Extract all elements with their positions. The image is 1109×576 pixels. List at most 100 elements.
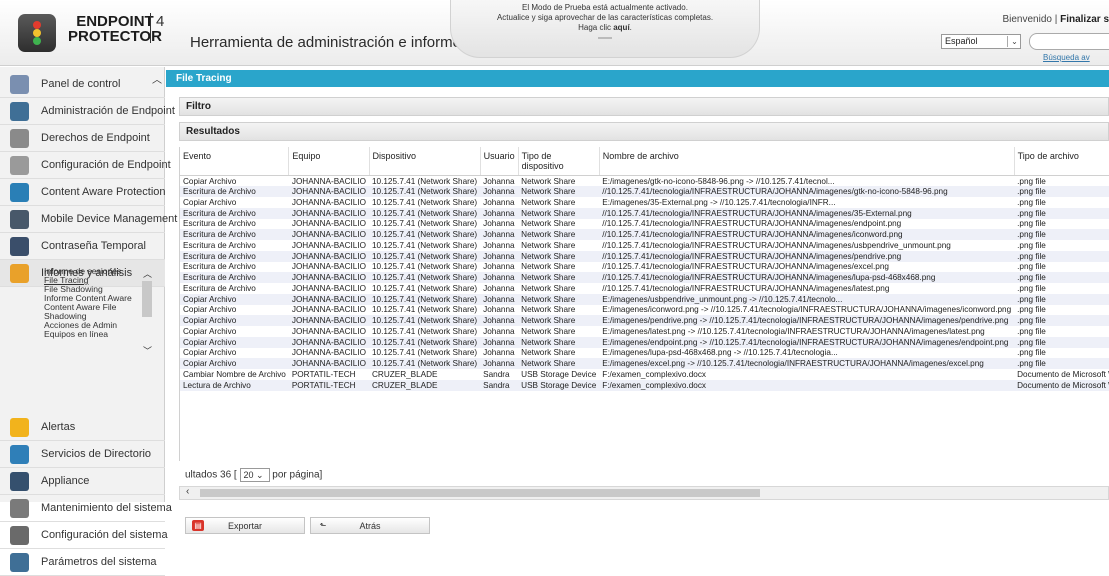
sidebar-item-9[interactable]: Servicios de Directorio — [0, 441, 165, 468]
column-header[interactable]: Tipo de archivo — [1014, 147, 1109, 176]
column-header[interactable]: Tipo de dispositivo — [518, 147, 600, 176]
dashboard-icon — [10, 74, 29, 94]
sidebar-item-13[interactable]: Parámetros del sistema — [0, 549, 165, 576]
sidebar-item-10[interactable]: Appliance — [0, 468, 165, 495]
page-size-select[interactable]: 20 ⌄ — [239, 468, 270, 482]
chevron-up-icon[interactable]: ︿ — [143, 267, 152, 280]
table-row[interactable]: Escritura de Archivo JOHANNA-BACILIO 10.12… — [180, 207, 1109, 219]
chevron-left-icon[interactable]: ‹ — [186, 486, 189, 497]
table-cell: Escritura de Archivo — [183, 240, 256, 250]
back-button[interactable]: ⬑ Atrás — [310, 517, 430, 534]
table-cell: Documento de Microsoft Word — [1017, 369, 1109, 379]
table-cell: .png file — [1017, 197, 1046, 207]
table-cell: JOHANNA-BACILIO — [288, 358, 369, 369]
column-header[interactable]: Nombre de archivo — [599, 147, 1015, 176]
sidebar-item-6[interactable]: Contraseña Temporal — [0, 233, 165, 260]
chevron-down-icon[interactable]: ⌄ — [1007, 36, 1021, 47]
reports-icon — [10, 263, 29, 283]
table-cell: Network Share — [521, 240, 576, 250]
table-cell: 10.125.7.41 (Network Share) — [369, 207, 481, 219]
table-row[interactable]: Escritura de Archivo JOHANNA-BACILIO 10.12… — [180, 262, 1109, 273]
table-row[interactable]: Escritura de Archivo JOHANNA-BACILIO 10.12… — [180, 250, 1109, 262]
table-row[interactable]: Copiar Archivo JOHANNA-BACILIO 10.125.7.41… — [180, 293, 1109, 305]
table-cell: USB Storage Device — [518, 379, 600, 391]
table-cell: F:/examen_complexivo.docx — [602, 369, 707, 379]
table-cell: Network Share — [521, 262, 576, 272]
submenu-item-ca-shadowing[interactable]: Content Aware File Shadowing — [40, 303, 138, 321]
table-cell: Johanna — [483, 262, 515, 272]
table-cell: Johanna — [480, 207, 519, 219]
sidebar-item-4[interactable]: Content Aware Protection — [0, 179, 166, 206]
sidebar-item-12[interactable]: Configuración del sistema — [0, 522, 168, 549]
table-row[interactable]: Copiar Archivo JOHANNA-BACILIO 10.125.7.41… — [180, 348, 1109, 359]
search-input[interactable] — [1029, 33, 1109, 50]
logout-link[interactable]: Finalizar s — [1060, 14, 1109, 25]
table-cell: JOHANNA-BACILIO — [291, 262, 366, 272]
trial-upgrade-link[interactable]: aquí — [613, 23, 629, 32]
sidebar-item-0[interactable]: Panel de control — [0, 71, 165, 98]
table-row[interactable]: Escritura de Archivo JOHANNA-BACILIO 10.12… — [180, 229, 1109, 240]
export-button[interactable]: ▤ Exportar — [185, 517, 305, 534]
filter-section-toggle[interactable]: Filtro — [179, 97, 1109, 116]
sidebar-item-label: Appliance — [41, 475, 90, 487]
column-header[interactable]: Equipo — [288, 147, 370, 176]
table-row[interactable]: Lectura de Archivo PORTATIL-TECH CRUZER_BL… — [180, 379, 1109, 391]
table-cell: //10.125.7.41/tecnologia/INFRAESTRUCTURA… — [602, 283, 890, 293]
table-row[interactable]: Copiar Archivo JOHANNA-BACILIO 10.125.7.41… — [180, 358, 1109, 369]
sidebar-item-5[interactable]: Mobile Device Management — [0, 206, 177, 233]
column-header[interactable]: Dispositivo — [369, 147, 481, 176]
table-cell: JOHANNA-BACILIO — [291, 197, 366, 207]
sidebar-item-11[interactable]: Mantenimiento del sistema — [0, 495, 172, 522]
table-cell: Copiar Archivo — [180, 358, 289, 369]
table-cell: //10.125.7.41/tecnologia/INFRAESTRUCTURA… — [599, 186, 1015, 197]
table-row[interactable]: Copiar Archivo JOHANNA-BACILIO 10.125.7.41… — [180, 315, 1109, 326]
table-cell: Johanna — [480, 315, 519, 326]
table-cell: //10.125.7.41/tecnologia/INFRAESTRUCTURA… — [602, 219, 902, 229]
table-row[interactable]: Copiar Archivo JOHANNA-BACILIO 10.125.7.41… — [180, 176, 1109, 187]
table-cell: JOHANNA-BACILIO — [288, 250, 369, 262]
table-cell: Cambiar Nombre de Archivo — [183, 369, 286, 379]
table-cell: Network Share — [518, 315, 600, 326]
endpoint-admin-icon — [10, 101, 29, 121]
table-cell: Lectura de Archivo — [180, 379, 289, 391]
table-cell: .png file — [1017, 326, 1046, 336]
table-cell: Johanna — [483, 197, 515, 207]
table-cell: //10.125.7.41/tecnologia/INFRAESTRUCTURA… — [599, 207, 1015, 219]
table-cell: JOHANNA-BACILIO — [288, 229, 369, 240]
table-row[interactable]: Copiar Archivo JOHANNA-BACILIO 10.125.7.41… — [180, 336, 1109, 348]
table-row[interactable]: Escritura de Archivo JOHANNA-BACILIO 10.12… — [180, 219, 1109, 230]
horizontal-scrollbar[interactable]: ‹ — [179, 486, 1109, 500]
column-header[interactable]: Usuario — [480, 147, 519, 176]
table-row[interactable]: Cambiar Nombre de Archivo PORTATIL-TECH CR… — [180, 369, 1109, 380]
sidebar-item-2[interactable]: Derechos de Endpoint — [0, 125, 165, 152]
table-cell: Network Share — [521, 197, 576, 207]
advanced-search-link[interactable]: Búsqueda av — [1043, 53, 1090, 62]
table-row[interactable]: Escritura de Archivo JOHANNA-BACILIO 10.12… — [180, 186, 1109, 197]
table-row[interactable]: Copiar Archivo JOHANNA-BACILIO 10.125.7.41… — [180, 305, 1109, 316]
submenu-item-online-computers[interactable]: Equipos en línea — [40, 330, 138, 339]
table-cell: JOHANNA-BACILIO — [291, 326, 366, 336]
submenu-scrollbar[interactable]: ︿ ﹀ — [140, 267, 154, 357]
table-cell: Network Share — [518, 358, 600, 369]
table-cell: Johanna — [483, 240, 515, 250]
collapse-chevron-icon[interactable] — [598, 37, 612, 41]
table-cell: Copiar Archivo — [180, 336, 289, 348]
sidebar-item-1[interactable]: Administración de Endpoint — [0, 98, 175, 125]
column-header[interactable]: Evento — [180, 147, 290, 176]
main-content: File Tracing Filtro Resultados Evento Equ… — [166, 67, 1109, 534]
sidebar-item-8[interactable]: Alertas — [0, 414, 165, 441]
table-cell: 10.125.7.41 (Network Share) — [369, 336, 481, 348]
table-cell: Johanna — [480, 358, 519, 369]
system-params-icon — [10, 552, 29, 572]
table-cell: Network Share — [518, 336, 600, 348]
table-row[interactable]: Escritura de Archivo JOHANNA-BACILIO 10.12… — [180, 272, 1109, 283]
sidebar-item-3[interactable]: Configuración de Endpoint — [0, 152, 171, 179]
table-row[interactable]: Escritura de Archivo JOHANNA-BACILIO 10.12… — [180, 240, 1109, 251]
table-cell: .png file — [1014, 186, 1109, 197]
table-cell: Documento de Microsoft Word — [1014, 379, 1109, 391]
table-row[interactable]: Copiar Archivo JOHANNA-BACILIO 10.125.7.41… — [180, 197, 1109, 208]
table-row[interactable]: Escritura de Archivo JOHANNA-BACILIO 10.12… — [180, 283, 1109, 294]
chevron-down-icon[interactable]: ﹀ — [143, 344, 152, 357]
table-row[interactable]: Copiar Archivo JOHANNA-BACILIO 10.125.7.41… — [180, 326, 1109, 337]
table-cell: 10.125.7.41 (Network Share) — [372, 348, 478, 358]
